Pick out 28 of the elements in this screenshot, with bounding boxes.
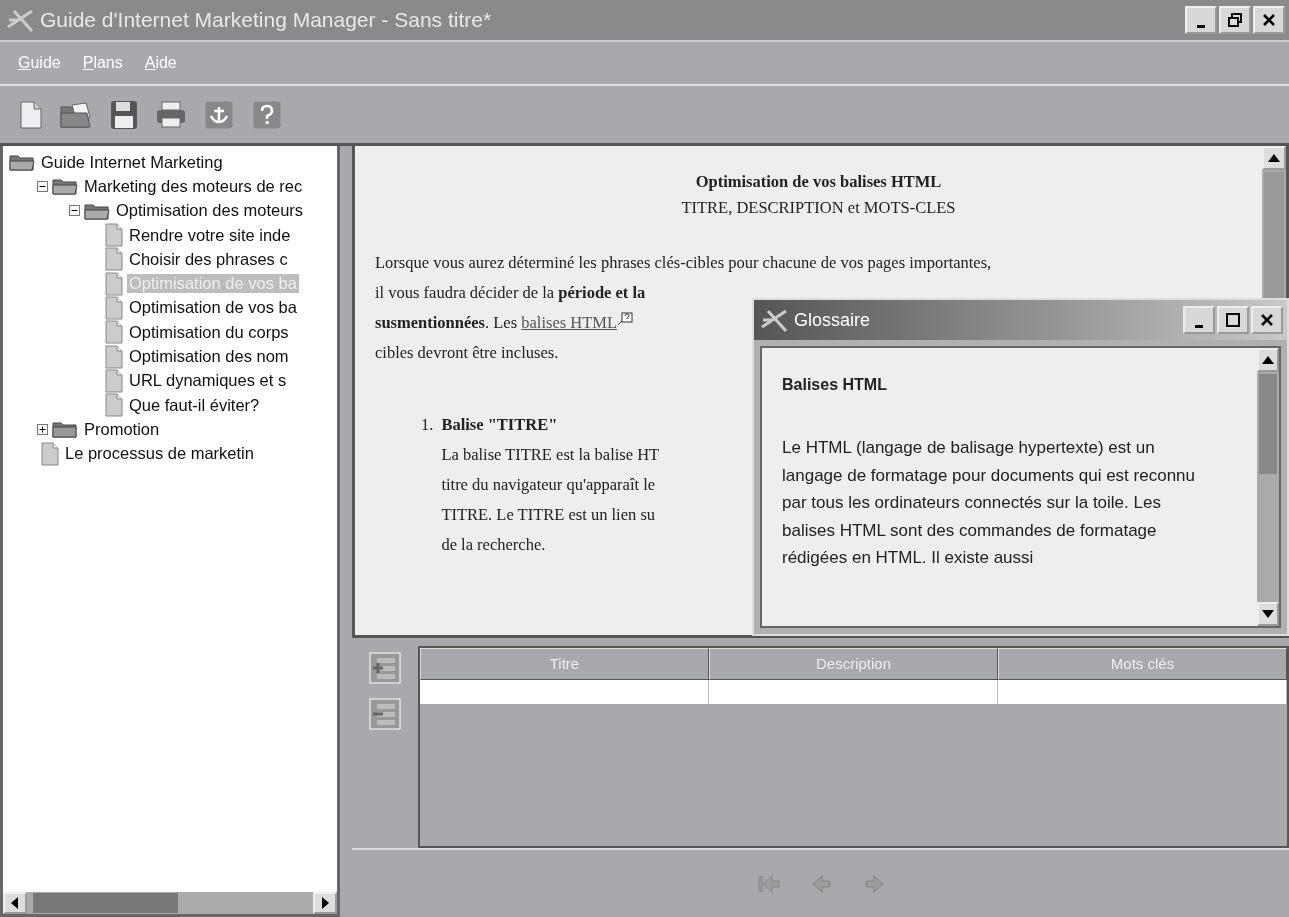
tree-item[interactable]: Optimisation des nom [127,347,291,366]
window-title: Guide d'Internet Marketing Manager - Sans titre* [40,8,493,32]
window-title: Glossaire [794,309,872,331]
tree-item[interactable]: Que faut-il éviter? [127,395,262,415]
paragraph-line: Lorsque vous aurez déterminé les phrases clés-cibles pour chacune de vos pages importantes, [375,252,993,274]
article-subtitle: TITRE, DESCRIPTION et MOTS-CLES [680,198,957,218]
list-heading: Balise "TITRE" [441,414,559,436]
paragraph-line: il vous faudra décider de la période et la [375,282,647,304]
tree-item[interactable]: Le processus de marketin [63,444,256,464]
tree-item[interactable]: Optimisation du corps [127,322,291,342]
tree-item[interactable]: URL dynamiques et s [127,371,289,391]
tree-item[interactable]: Marketing des moteurs de rec [82,176,305,196]
tree-item[interactable]: Guide Internet Marketing [39,152,225,172]
tree-item[interactable]: Optimisation des moteurs [114,201,306,221]
article-title: Optimisation de vos balises HTML [694,172,943,192]
glossary-link[interactable]: balises HTML [521,313,617,332]
glossary-term: Balises HTML [782,376,888,394]
paragraph-line: titre du navigateur qu'apparaît le [441,474,657,496]
paragraph-line: La balise TITRE est la balise HT [441,444,660,466]
paragraph-line: cibles devront être incluses. [375,342,560,364]
tree-item[interactable]: Choisir des phrases c [127,249,290,269]
paragraph-line: TITRE. Le TITRE est un lien su [441,504,657,526]
list-number: 1. [421,414,434,436]
tree-item[interactable]: Optimisation de vos ba [127,298,299,318]
glossary-definition: Le HTML (langage de balisage hypertexte) est un langage de formatage pour documents qui est reconnu par tous les ordinateurs connectés sur la toile. Les balises HTML sont des commandes de formatage rédigées en HTML. Il existe aussi [782,437,1196,569]
paragraph-line: de la recherche. [441,534,547,556]
tree-item[interactable]: Rendre votre site inde [127,225,293,245]
tree-item[interactable]: Promotion [82,419,162,439]
